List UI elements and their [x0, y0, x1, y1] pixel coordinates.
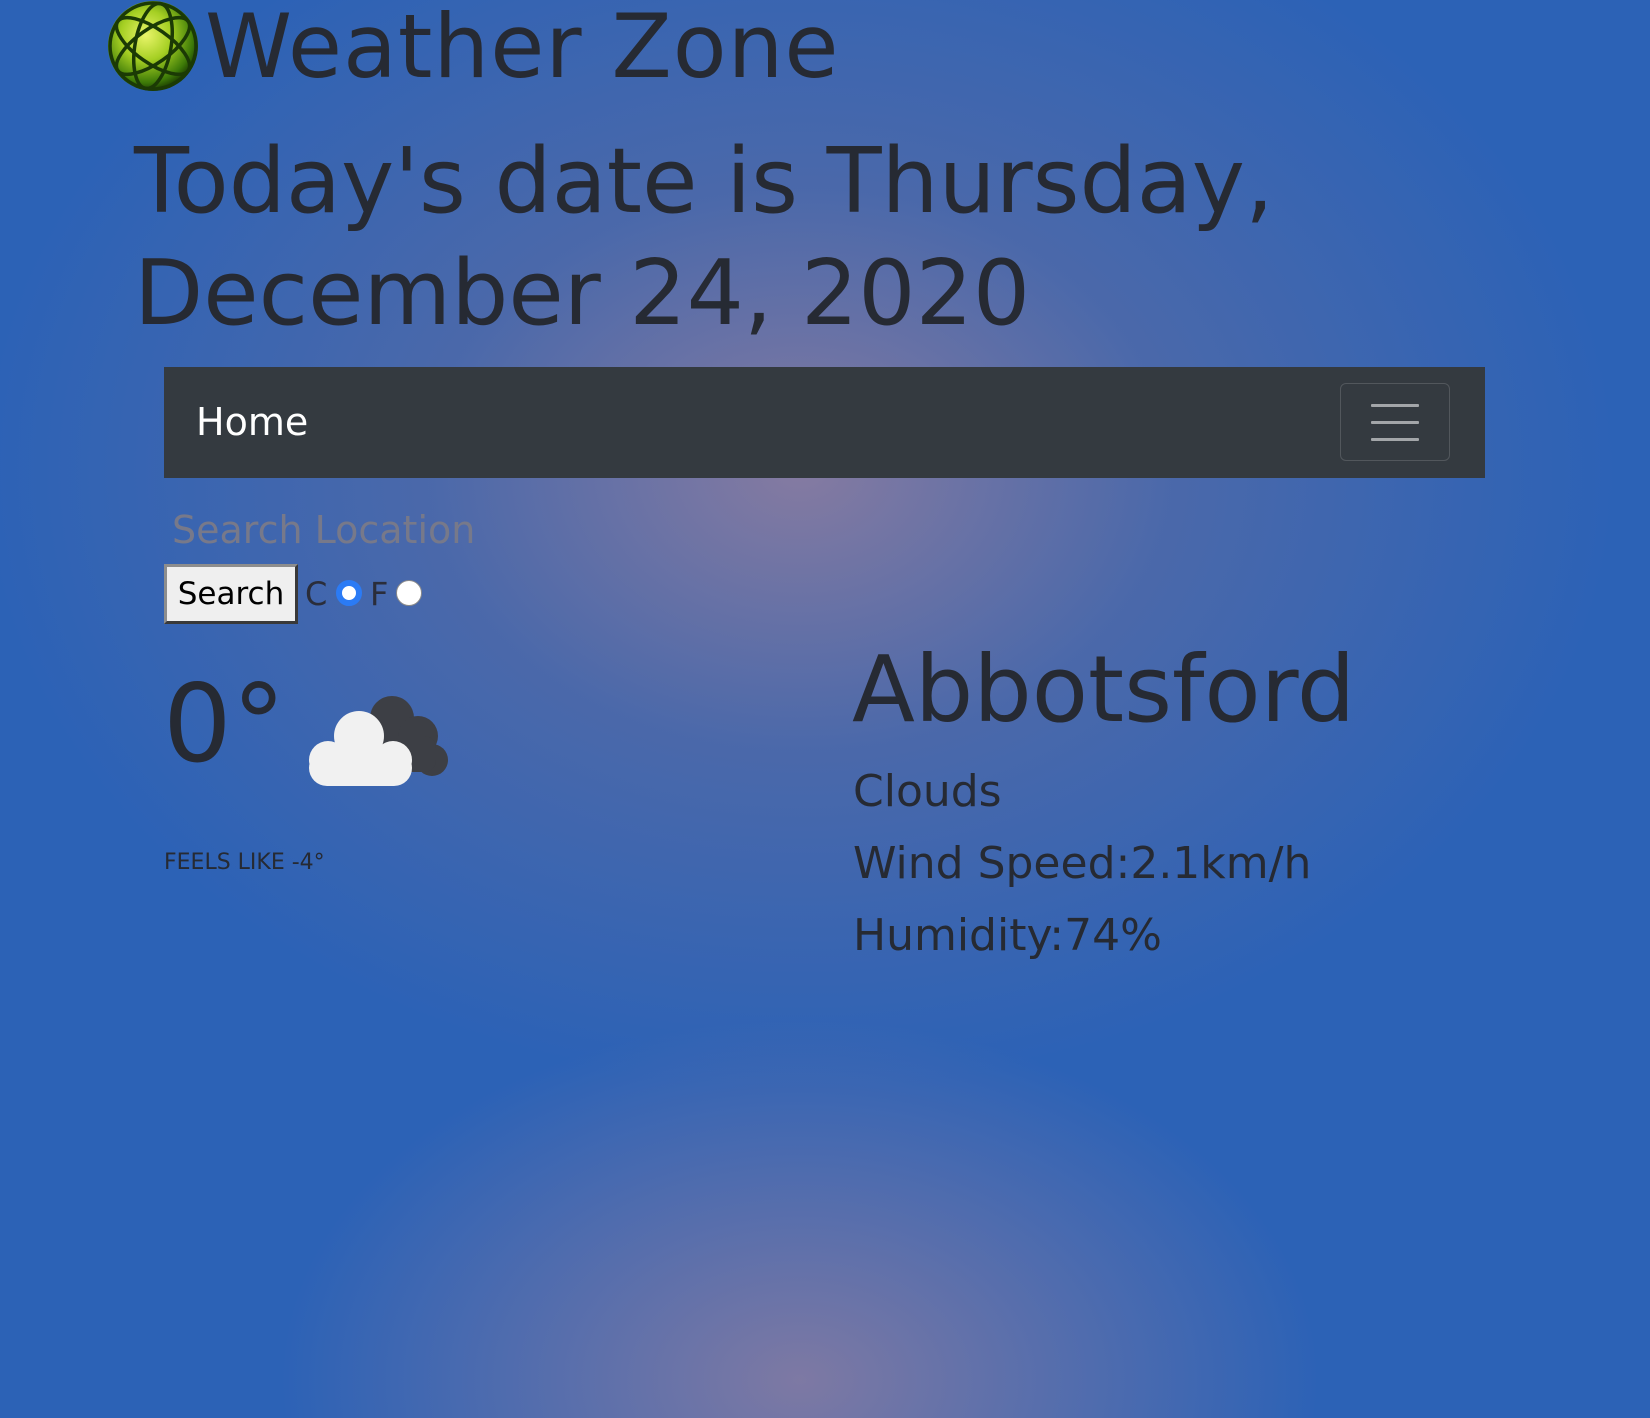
navbar: Home	[164, 367, 1485, 478]
city-name: Abbotsford	[852, 636, 1356, 743]
app-title: Weather Zone	[205, 0, 840, 98]
celsius-label: C	[305, 575, 328, 613]
wind-speed: Wind Speed:2.1km/h	[853, 838, 1312, 889]
celsius-radio[interactable]	[336, 580, 362, 606]
feels-like-text: Feels like -4°	[164, 850, 325, 875]
cloud-icon	[309, 696, 448, 786]
humidity: Humidity:74%	[853, 910, 1162, 961]
current-temperature: 0°	[163, 662, 286, 787]
search-button[interactable]: Search	[164, 564, 298, 624]
navbar-toggle-button[interactable]	[1340, 383, 1450, 461]
date-heading: Today's date is Thursday, December 24, 2…	[134, 129, 1274, 346]
globe-logo-icon	[108, 1, 198, 91]
hamburger-menu-icon	[1371, 404, 1419, 407]
nav-home-link[interactable]: Home	[196, 398, 308, 446]
search-location-input[interactable]	[172, 504, 552, 556]
weather-condition: Clouds	[853, 766, 1002, 817]
fahrenheit-radio[interactable]	[396, 580, 422, 606]
fahrenheit-label: F	[370, 575, 389, 613]
